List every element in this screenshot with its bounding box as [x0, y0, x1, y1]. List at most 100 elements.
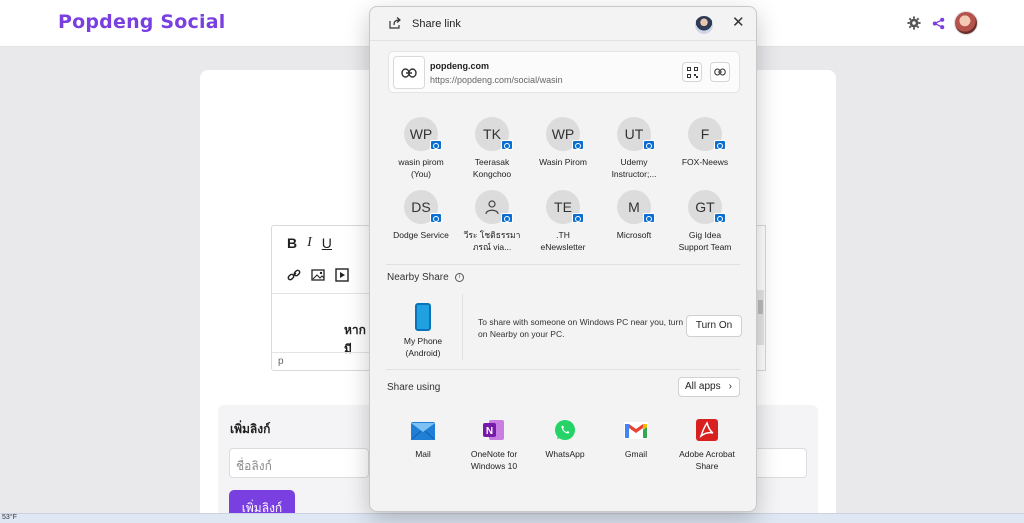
contact-item[interactable]: UT Udemy Instructor;... [597, 117, 671, 180]
contact-avatar: TE [546, 190, 584, 224]
contact-name: Teerasak Kongchoo [472, 157, 512, 179]
editor-scroll-thumb[interactable] [758, 300, 763, 314]
app-name: Adobe Acrobat Share [679, 449, 735, 471]
shared-link-box: popdeng.com https://popdeng.com/social/w… [388, 51, 740, 93]
outlook-icon [572, 140, 584, 150]
onenote-icon: N [482, 419, 506, 441]
brand-logo[interactable]: Popdeng Social [58, 11, 225, 33]
outlook-icon [501, 213, 513, 223]
video-icon[interactable] [335, 268, 349, 285]
rich-text-editor[interactable]: B I U หากมี p [271, 225, 371, 371]
underline-icon[interactable]: U [322, 235, 332, 251]
close-icon[interactable]: ✕ [732, 15, 745, 30]
turn-on-button[interactable]: Turn On [686, 315, 742, 337]
contact-name: Dodge Service [393, 230, 449, 240]
contact-avatar: F [688, 117, 726, 151]
contact-item[interactable]: F FOX-Neews [668, 117, 742, 168]
person-icon [485, 200, 499, 215]
outlook-icon [430, 213, 442, 223]
contact-item[interactable]: WP Wasin Pirom [526, 117, 600, 168]
qr-code-icon[interactable] [682, 62, 702, 82]
contact-item[interactable]: TE .TH eNewsletter [526, 190, 600, 253]
gmail-icon [624, 419, 648, 441]
contact-avatar: GT [688, 190, 726, 224]
app-adobe-acrobat[interactable]: Adobe Acrobat Share [670, 419, 744, 472]
copy-link-icon[interactable] [710, 62, 730, 82]
svg-text:N: N [486, 426, 493, 437]
contact-item[interactable]: DS Dodge Service [384, 190, 458, 241]
whatsapp-icon [553, 419, 577, 441]
phone-icon [415, 303, 431, 331]
contact-name: wasin pirom (You) [398, 157, 444, 179]
divider [462, 294, 463, 360]
add-link-title: เพิ่มลิงก์ [230, 422, 271, 436]
contact-item[interactable]: WP wasin pirom (You) [384, 117, 458, 180]
contact-name: Gig Idea Support Team [678, 230, 732, 252]
contact-name: Wasin Pirom [539, 157, 587, 167]
contact-avatar: WP [546, 117, 584, 151]
share-using-title: Share using [387, 382, 441, 393]
editor-toolbar-row-1: B I U [272, 226, 370, 260]
image-icon[interactable] [311, 268, 325, 285]
all-apps-button[interactable]: All apps › [678, 377, 740, 397]
chevron-right-icon: › [728, 381, 732, 392]
contact-name: Microsoft [616, 230, 652, 240]
editor-statusbar-path: p [272, 352, 370, 370]
contact-avatar [475, 190, 513, 224]
app-name: Gmail [624, 449, 648, 459]
link-domain: popdeng.com [430, 61, 489, 71]
app-mail[interactable]: Mail [386, 419, 460, 460]
nearby-share-title: Nearby Share [387, 272, 449, 283]
windows-taskbar: 53°F [0, 513, 1024, 523]
link-icon[interactable] [287, 268, 301, 285]
app-name: WhatsApp [545, 449, 585, 459]
link-name-input[interactable]: ชื่อลิงก์ [229, 448, 369, 478]
app-name: OneNote for Windows 10 [470, 449, 518, 471]
editor-scrollbar[interactable] [757, 290, 764, 345]
share-dialog-header: Share link ✕ [370, 7, 756, 41]
contact-item[interactable]: วีระ โชติธรรมา ภรณ์ via... [455, 190, 529, 253]
contact-avatar: DS [404, 190, 442, 224]
outlook-icon [643, 213, 655, 223]
bold-icon[interactable]: B [287, 235, 297, 251]
app-whatsapp[interactable]: WhatsApp [528, 419, 602, 460]
outlook-icon [501, 140, 513, 150]
outlook-icon [714, 213, 726, 223]
navbar-actions [906, 11, 978, 35]
account-avatar[interactable] [695, 16, 713, 34]
nearby-device[interactable]: My Phone (Android) [389, 303, 457, 359]
contact-avatar: TK [475, 117, 513, 151]
acrobat-icon [695, 419, 719, 441]
outlook-icon [714, 140, 726, 150]
contact-item[interactable]: GT Gig Idea Support Team [668, 190, 742, 253]
italic-icon[interactable]: I [307, 235, 312, 251]
nearby-description: To share with someone on Windows PC near… [478, 317, 684, 339]
divider [386, 264, 740, 265]
share-icon[interactable] [930, 15, 946, 31]
editor-toolbar-row-2 [272, 260, 370, 294]
share-dialog-title: Share link [412, 18, 461, 30]
app-onenote[interactable]: N OneNote for Windows 10 [457, 419, 531, 472]
contact-item[interactable]: TK Teerasak Kongchoo [455, 117, 529, 180]
weather-label[interactable]: 53°F [2, 514, 17, 521]
divider [386, 369, 740, 370]
app-name: Mail [415, 449, 431, 459]
contact-name: วีระ โชติธรรมา ภรณ์ via... [463, 230, 521, 252]
contact-name: .TH eNewsletter [540, 230, 586, 252]
app-gmail[interactable]: Gmail [599, 419, 673, 460]
gear-icon[interactable] [906, 15, 922, 31]
link-icon [393, 56, 425, 89]
user-avatar[interactable] [954, 11, 978, 35]
contact-name: Udemy Instructor;... [611, 157, 657, 179]
outlook-icon [572, 213, 584, 223]
contact-name: FOX-Neews [681, 157, 729, 167]
contact-avatar: M [617, 190, 655, 224]
outlook-icon [643, 140, 655, 150]
link-url-input[interactable] [756, 448, 807, 478]
outlook-icon [430, 140, 442, 150]
share-dialog: Share link ✕ popdeng.com https://popdeng… [369, 6, 757, 512]
contact-item[interactable]: M Microsoft [597, 190, 671, 241]
link-url: https://popdeng.com/social/wasin [430, 75, 563, 85]
mail-icon [411, 419, 435, 441]
info-icon[interactable]: i [455, 273, 464, 282]
